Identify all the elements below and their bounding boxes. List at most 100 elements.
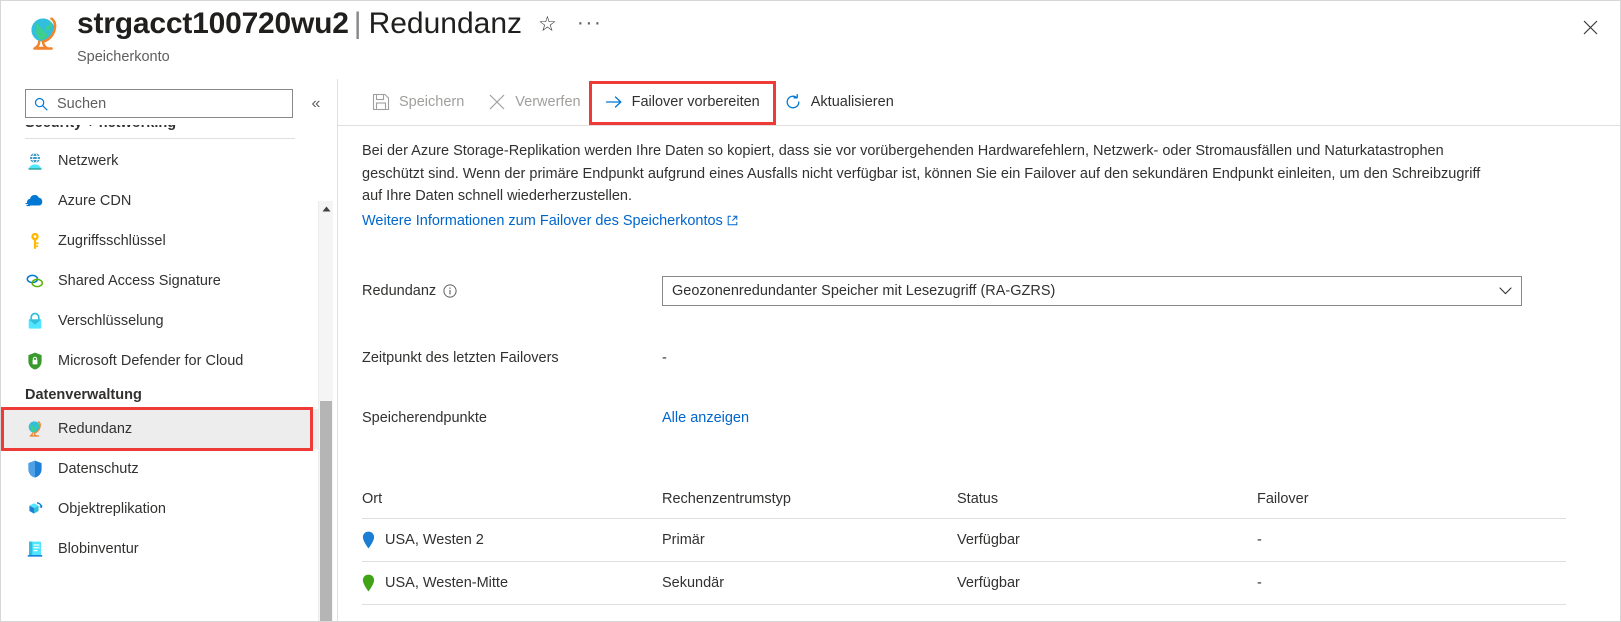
column-header-rechenzentrumstyp[interactable]: Rechenzentrumstyp xyxy=(662,487,957,519)
sidebar-item-label: Objektreplikation xyxy=(58,501,166,517)
cell-status: Verfügbar xyxy=(957,561,1257,605)
column-header-status[interactable]: Status xyxy=(957,487,1257,519)
chevron-down-icon xyxy=(1499,287,1512,295)
collapse-sidebar-button[interactable]: « xyxy=(303,91,329,117)
save-button[interactable]: Speichern xyxy=(362,85,474,119)
blade-page-title: Redundanz xyxy=(368,7,523,40)
learn-more-label: Weitere Informationen zum Failover des S… xyxy=(362,212,723,229)
sidebar-item-label: Microsoft Defender for Cloud xyxy=(58,353,244,369)
table-body: USA, Westen 2 Primär Verfügbar - USA, Westen… xyxy=(362,518,1566,605)
table-row[interactable]: USA, Westen 2 Primär Verfügbar - xyxy=(362,518,1566,562)
show-all-endpoints-link[interactable]: Alle anzeigen xyxy=(662,410,749,426)
storage-endpoints-row: Speicherendpunkte Alle anzeigen xyxy=(362,410,1572,426)
cell-ort: USA, Westen 2 xyxy=(362,518,662,562)
azure-blade: strgacct100720wu2 | Redundanz ☆ ··· Spei… xyxy=(0,0,1621,622)
sidebar-item-label: Netzwerk xyxy=(58,153,119,169)
cell-rechenzentrumstyp: Primär xyxy=(662,518,957,562)
last-failover-label: Zeitpunkt des letzten Failovers xyxy=(362,350,559,366)
shield-blue-icon xyxy=(28,460,42,478)
discard-button[interactable]: Verwerfen xyxy=(478,85,590,119)
refresh-icon xyxy=(786,93,800,109)
redundancy-field-row: Redundanz Geozonenredundanter Speicher m… xyxy=(362,276,1572,306)
column-header-ort[interactable]: Ort xyxy=(362,487,662,519)
cell-failover: - xyxy=(1257,561,1566,605)
sidebar-item-zugriffsschl-ssel[interactable]: Zugriffsschlüssel xyxy=(1,221,319,261)
resource-type-subtitle: Speicherkonto xyxy=(77,49,170,65)
main-content: Speichern Verwerfen Failover vorbereiten xyxy=(338,79,1620,621)
sidebar-item-netzwerk[interactable]: Netzwerk xyxy=(1,141,319,181)
map-pin-icon xyxy=(362,531,375,549)
info-icon[interactable] xyxy=(443,284,457,298)
sidebar-group-datenverwaltung: Datenverwaltung xyxy=(25,387,142,403)
sidebar-item-datenschutz[interactable]: Datenschutz xyxy=(1,449,319,489)
refresh-button[interactable]: Aktualisieren xyxy=(774,85,904,119)
sidebar-item-shared-access-signature[interactable]: Shared Access Signature xyxy=(1,261,319,301)
redundancy-select[interactable]: Geozonenredundanter Speicher mit Lesezug… xyxy=(662,276,1522,306)
lock-icon xyxy=(28,312,42,329)
last-failover-value: - xyxy=(662,350,667,366)
description-text: Bei der Azure Storage-Replikation werden… xyxy=(362,143,1481,204)
sidebar-item-label: Datenschutz xyxy=(58,461,139,477)
save-button-label: Speichern xyxy=(399,94,465,110)
learn-more-link[interactable]: Weitere Informationen zum Failover des S… xyxy=(362,210,738,233)
last-failover-row: Zeitpunkt des letzten Failovers - xyxy=(362,350,1572,366)
cell-failover: - xyxy=(1257,518,1566,562)
sidebar-item-label: Zugriffsschlüssel xyxy=(58,233,166,249)
redundancy-label: Redundanz xyxy=(362,283,437,299)
redundancy-selected-value: Geozonenredundanter Speicher mit Lesezug… xyxy=(672,283,1056,299)
star-icon[interactable]: ☆ xyxy=(538,14,557,35)
refresh-button-label: Aktualisieren xyxy=(810,94,894,110)
sidebar-item-label: Azure CDN xyxy=(58,193,132,209)
replication-table: Ort Rechenzentrumstyp Status Failover US… xyxy=(362,487,1566,605)
cell-status: Verfügbar xyxy=(957,518,1257,562)
prepare-failover-label: Failover vorbereiten xyxy=(631,94,760,110)
discard-button-label: Verwerfen xyxy=(515,94,581,110)
sidebar-item-label: Shared Access Signature xyxy=(58,273,221,289)
sidebar-nav-viewport: Security + networking Netzwerk Azure CDN Zu… xyxy=(1,125,337,621)
sidebar-item-objektreplikation[interactable]: Objektreplikation xyxy=(1,489,319,529)
sidebar-item-verschl-sselung[interactable]: Verschlüsselung xyxy=(1,301,319,341)
location-label: USA, Westen 2 xyxy=(385,532,484,548)
sidebar-item-azure-cdn[interactable]: Azure CDN xyxy=(1,181,319,221)
table-row[interactable]: USA, Westen-Mitte Sekundär Verfügbar - xyxy=(362,561,1566,605)
location-label: USA, Westen-Mitte xyxy=(385,575,509,591)
ellipsis-icon[interactable]: ··· xyxy=(577,11,602,35)
search-box[interactable] xyxy=(25,89,293,118)
globe-storage-icon xyxy=(28,421,41,437)
save-disk-icon xyxy=(372,93,390,111)
sidebar-divider xyxy=(25,138,295,139)
arrow-right-icon xyxy=(605,96,622,108)
page-title: strgacct100720wu2 | Redundanz ☆ ··· xyxy=(77,7,602,41)
search-input[interactable] xyxy=(55,94,270,113)
globe-storage-icon xyxy=(31,17,57,50)
column-header-failover[interactable]: Failover xyxy=(1257,487,1566,519)
network-icon xyxy=(28,152,42,170)
table-header-row: Ort Rechenzentrumstyp Status Failover xyxy=(362,487,1566,519)
sidebar-item-redundanz[interactable]: Redundanz xyxy=(1,409,319,449)
inventory-list-icon xyxy=(27,541,43,557)
cell-ort: USA, Westen-Mitte xyxy=(362,561,662,605)
cube-replication-icon xyxy=(29,502,43,514)
sidebar-item-blobinventur[interactable]: Blobinventur xyxy=(1,529,319,569)
scrollbar-thumb[interactable] xyxy=(320,401,332,621)
sidebar-item-label: Verschlüsselung xyxy=(58,313,164,329)
sidebar: « Security + networking Netzwerk Azure CDN… xyxy=(1,79,337,621)
title-separator: | xyxy=(353,7,362,40)
x-icon xyxy=(489,94,505,110)
sidebar-scrollbar[interactable] xyxy=(318,201,333,621)
cell-rechenzentrumstyp: Sekundär xyxy=(662,561,957,605)
sidebar-nav-list: Security + networking Netzwerk Azure CDN Zu… xyxy=(1,125,319,569)
close-icon[interactable] xyxy=(1574,11,1606,43)
external-link-icon xyxy=(727,215,738,225)
description-block: Bei der Azure Storage-Replikation werden… xyxy=(362,140,1482,232)
sidebar-item-microsoft-defender-for-cloud[interactable]: Microsoft Defender for Cloud xyxy=(1,341,319,381)
link-rings-icon xyxy=(26,274,44,288)
redundancy-content: Bei der Azure Storage-Replikation werden… xyxy=(338,126,1620,621)
key-icon xyxy=(31,232,39,249)
shield-green-icon xyxy=(28,352,42,370)
command-bar: Speichern Verwerfen Failover vorbereiten xyxy=(338,79,1620,126)
storage-endpoints-label: Speicherendpunkte xyxy=(362,410,487,426)
prepare-failover-button[interactable]: Failover vorbereiten xyxy=(595,85,770,119)
scroll-up-arrow-icon[interactable] xyxy=(319,201,333,217)
sidebar-group-header-clipped: Security + networking xyxy=(1,125,319,137)
